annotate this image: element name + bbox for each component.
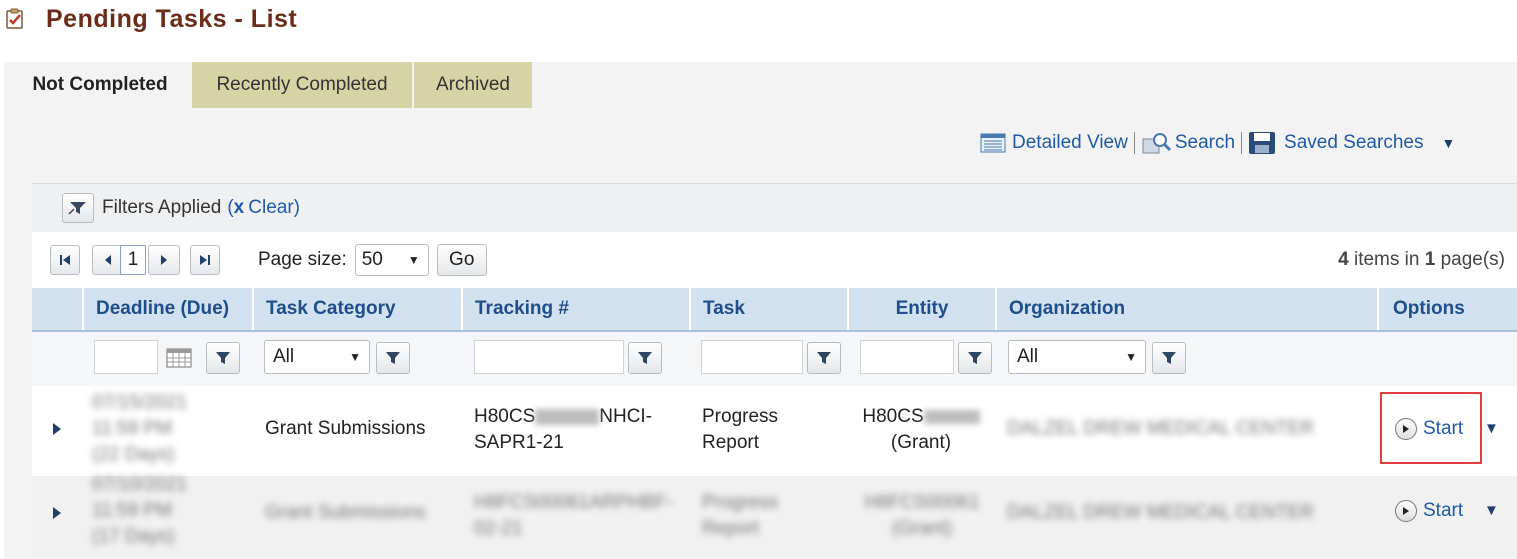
expand-row-icon[interactable] (52, 422, 62, 436)
tracking-cell: H8FCS00061ARPHBF-02-21 (474, 492, 673, 539)
task-category-filter-select[interactable]: All ▼ (264, 340, 370, 374)
entity-filter-input[interactable] (860, 340, 954, 374)
table-row: 07/15/2021 11:59 PM (22 Days) Grant Subm… (32, 386, 1517, 476)
task-cell: Progress Report (702, 406, 779, 453)
last-page-icon (200, 255, 210, 265)
filter-toggle-button[interactable] (62, 193, 94, 223)
redacted-block (923, 409, 980, 424)
clipboard-check-icon (4, 8, 26, 30)
chevron-down-icon: ▼ (407, 253, 420, 267)
column-header-deadline[interactable]: Deadline (Due) (82, 288, 252, 330)
go-button[interactable]: Go (436, 244, 487, 276)
last-page-button[interactable] (190, 245, 220, 275)
deadline-cell: 07/15/2021 11:59 PM (22 Days) (92, 392, 188, 465)
items-count-info: 4 items in 1 page(s) (1338, 249, 1505, 270)
row-options-dropdown-icon[interactable]: ▼ (1484, 502, 1499, 519)
column-header-tracking[interactable]: Tracking # (461, 288, 689, 330)
row-options-dropdown-icon[interactable]: ▼ (1484, 420, 1499, 437)
task-filter-input[interactable] (701, 340, 803, 374)
floppy-disk-icon (1248, 131, 1276, 155)
organization-filter-button[interactable] (1152, 342, 1186, 374)
redacted-block (535, 408, 600, 425)
toolbar-separator (1133, 132, 1135, 154)
search-link[interactable]: Search (1141, 131, 1235, 155)
tracking-cell: H80CS NHCI- SAPR1-21 (474, 406, 653, 453)
list-view-icon (980, 132, 1006, 154)
column-header-task-category[interactable]: Task Category (252, 288, 461, 330)
filter-icon (216, 352, 230, 364)
tracking-filter-button[interactable] (628, 342, 662, 374)
current-page-number[interactable]: 1 (120, 245, 146, 275)
page-size-label: Page size: (258, 249, 347, 270)
task-category-filter-button[interactable] (376, 342, 410, 374)
entity-cell: H8FCS00061 (Grant) (864, 492, 980, 539)
clear-filters-link[interactable]: (x Clear) (227, 197, 300, 219)
filter-icon (638, 352, 652, 364)
toolbar-separator (1241, 132, 1243, 154)
saved-searches-label: Saved Searches (1284, 132, 1424, 153)
column-header-options: Options (1377, 288, 1517, 330)
filter-icon (968, 352, 982, 364)
detailed-view-link[interactable]: Detailed View (980, 132, 1128, 154)
page-header: Pending Tasks - List (4, 2, 297, 36)
task-category-cell: Grant Submissions (265, 418, 426, 439)
saved-searches-link[interactable]: Saved Searches (1248, 131, 1423, 155)
play-icon (1395, 500, 1417, 522)
tab-not-completed[interactable]: Not Completed (8, 62, 192, 108)
tab-strip: Not Completed Recently Completed Archive… (4, 62, 1517, 108)
task-cell: Progress Report (702, 492, 779, 539)
task-category-cell: Grant Submissions (265, 502, 426, 523)
chevron-down-icon: ▼ (1125, 350, 1137, 364)
page-title: Pending Tasks - List (46, 4, 298, 33)
filter-icon (386, 352, 400, 364)
prev-page-icon (105, 255, 111, 265)
chevron-down-icon: ▼ (349, 350, 361, 364)
deadline-cell: 07/10/2021 11:59 PM (17 Days) (92, 474, 188, 547)
entity-filter-button[interactable] (958, 342, 992, 374)
organization-cell: DALZEL DREW MEDICAL CENTER (1007, 502, 1314, 523)
next-page-icon (161, 255, 167, 265)
start-button-highlight-box (1380, 392, 1482, 464)
organization-cell: DALZEL DREW MEDICAL CENTER (1007, 418, 1314, 439)
grid-filter-row: All ▼ All ▼ (32, 332, 1517, 386)
table-row: 07/10/2021 11:59 PM (17 Days) Grant Subm… (32, 474, 1517, 556)
filters-applied-label: Filters Applied (102, 197, 222, 218)
tracking-filter-input[interactable] (474, 340, 624, 374)
tasks-grid: Deadline (Due) Task Category Tracking # … (32, 288, 1517, 556)
column-header-entity[interactable]: Entity (847, 288, 995, 330)
clear-x-icon: x (233, 197, 245, 218)
calendar-icon[interactable] (162, 342, 196, 374)
detailed-view-label: Detailed View (1012, 132, 1128, 153)
filter-icon (68, 202, 86, 215)
column-header-task[interactable]: Task (689, 288, 847, 330)
column-header-organization[interactable]: Organization (995, 288, 1377, 330)
saved-searches-dropdown-icon[interactable]: ▼ (1441, 135, 1455, 151)
grid-header-row: Deadline (Due) Task Category Tracking # … (32, 288, 1517, 332)
filter-icon (1162, 352, 1176, 364)
deadline-filter-input[interactable] (94, 340, 158, 374)
next-page-button[interactable] (148, 245, 180, 275)
start-task-button[interactable]: Start (1395, 500, 1463, 522)
pager-bar: 1 Page size: 50 ▼ Go 4 items in 1 page(s… (32, 232, 1517, 288)
filters-applied-bar: Filters Applied (x Clear) (32, 183, 1517, 233)
view-toolbar: Detailed View Search Saved Searches ▼ (980, 128, 1455, 158)
search-icon (1141, 131, 1173, 155)
page-size-select[interactable]: 50 ▼ (354, 244, 429, 276)
page-size-value: 50 (361, 249, 383, 270)
first-page-icon (60, 255, 70, 265)
start-label: Start (1423, 500, 1464, 521)
search-label: Search (1174, 132, 1236, 153)
organization-filter-select[interactable]: All ▼ (1008, 340, 1146, 374)
filter-icon (817, 352, 831, 364)
expand-row-icon[interactable] (52, 506, 62, 520)
deadline-filter-button[interactable] (206, 342, 240, 374)
task-filter-button[interactable] (807, 342, 841, 374)
first-page-button[interactable] (50, 245, 80, 275)
tab-recently-completed[interactable]: Recently Completed (192, 62, 412, 108)
entity-cell: H80CS (Grant) (847, 404, 995, 456)
tab-archived[interactable]: Archived (414, 62, 532, 108)
